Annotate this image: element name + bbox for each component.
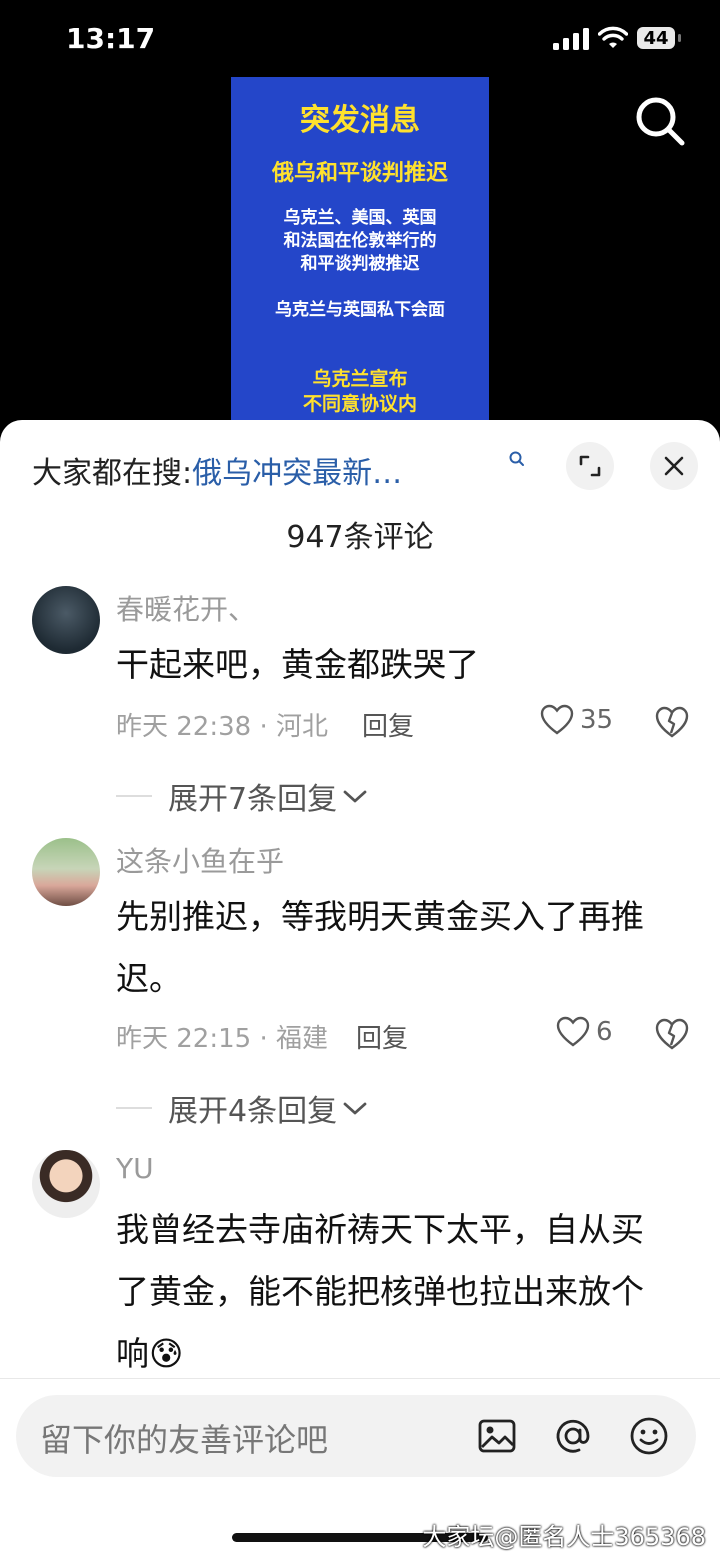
comment-text: 先别推迟，等我明天黄金买入了再推迟。 [116,897,644,998]
hot-search-bar[interactable]: 大家都在搜:俄乌冲突最新… [32,448,402,492]
comment-meta: 昨天 22:38 · 河北 [116,712,328,742]
avatar[interactable] [32,838,100,906]
avatar[interactable] [32,586,100,654]
close-icon [664,456,684,476]
video-preview[interactable]: 突发消息 俄乌和平谈判推迟 乌克兰、美国、英国 和法国在伦敦举行的 和平谈判被推… [231,77,489,422]
hot-search-prefix: 大家都在搜: [32,456,193,491]
status-time: 13:17 [66,22,156,55]
divider [0,1378,720,1379]
video-footer: 乌克兰宣布 不同意协议内 [231,367,489,417]
like-button[interactable]: 6 [556,1016,613,1048]
heart-icon [556,1016,590,1047]
reply-button[interactable]: 回复 [362,706,414,743]
reply-button[interactable]: 回复 [356,1018,408,1055]
video-footer-line: 不同意协议内 [302,393,417,415]
expand-replies-label: 展开4条回复 [168,1094,338,1129]
comment-username[interactable]: YU [116,1152,154,1185]
status-bar: 13:17 44 [0,0,720,80]
expand-replies[interactable]: 展开4条回复 [116,1086,369,1130]
emoji-icon[interactable] [628,1415,670,1457]
hot-search-query[interactable]: 俄乌冲突最新… [192,456,402,491]
at-icon[interactable] [552,1415,594,1457]
chevron-down-icon [343,1102,367,1115]
comment-username[interactable]: 这条小鱼在乎 [116,840,284,880]
comment-input-placeholder: 留下你的友善评论吧 [40,1421,329,1459]
expand-icon [579,455,601,477]
expand-replies[interactable]: 展开7条回复 [116,774,369,818]
like-count: 35 [580,705,614,735]
search-icon [509,451,524,466]
video-headline: 突发消息 [300,103,420,138]
avatar[interactable] [32,1150,100,1218]
video-body-line: 和法国在伦敦举行的 [283,231,437,251]
expand-button[interactable] [566,442,614,490]
close-button[interactable] [650,442,698,490]
dislike-icon[interactable] [654,1016,690,1052]
video-body: 乌克兰、美国、英国 和法国在伦敦举行的 和平谈判被推迟 [231,207,489,276]
signal-icon [553,28,589,50]
battery-tip [678,34,681,42]
comment-text: 我曾经去寺庙祈祷天下太平，自从买了黄金，能不能把核弹也拉出来放个响😰 [116,1210,644,1373]
video-body-line: 和平谈判被推迟 [300,254,420,274]
comment-input[interactable]: 留下你的友善评论吧 [16,1395,696,1477]
watermark: 大家坛@匿名人士365368 [422,1523,706,1551]
divider [116,1107,152,1109]
image-icon[interactable] [476,1415,518,1457]
like-button[interactable]: 35 [540,704,613,736]
video-subhead: 俄乌和平谈判推迟 [271,160,448,186]
comment-sheet: 大家都在搜:俄乌冲突最新… 947条评论 春暖花开、 干起来吧，黄金都跌哭了 昨… [0,420,720,1559]
chevron-down-icon [343,790,367,803]
like-count: 6 [596,1017,613,1047]
video-body-line: 乌克兰与英国私下会面 [275,300,445,320]
video-body-line: 乌克兰、美国、英国 [283,208,437,228]
heart-icon [540,704,574,735]
comment-meta: 昨天 22:15 · 福建 [116,1024,328,1054]
video-footer-line: 乌克兰宣布 [312,368,408,390]
comment-text: 干起来吧，黄金都跌哭了 [116,645,479,684]
divider [116,795,152,797]
search-icon[interactable] [632,93,688,149]
dislike-icon[interactable] [654,704,690,740]
battery-icon: 44 [637,27,675,49]
comment-username[interactable]: 春暖花开、 [116,588,256,628]
comment-count: 947条评论 [286,520,434,555]
expand-replies-label: 展开7条回复 [168,782,338,817]
wifi-icon [598,26,628,48]
